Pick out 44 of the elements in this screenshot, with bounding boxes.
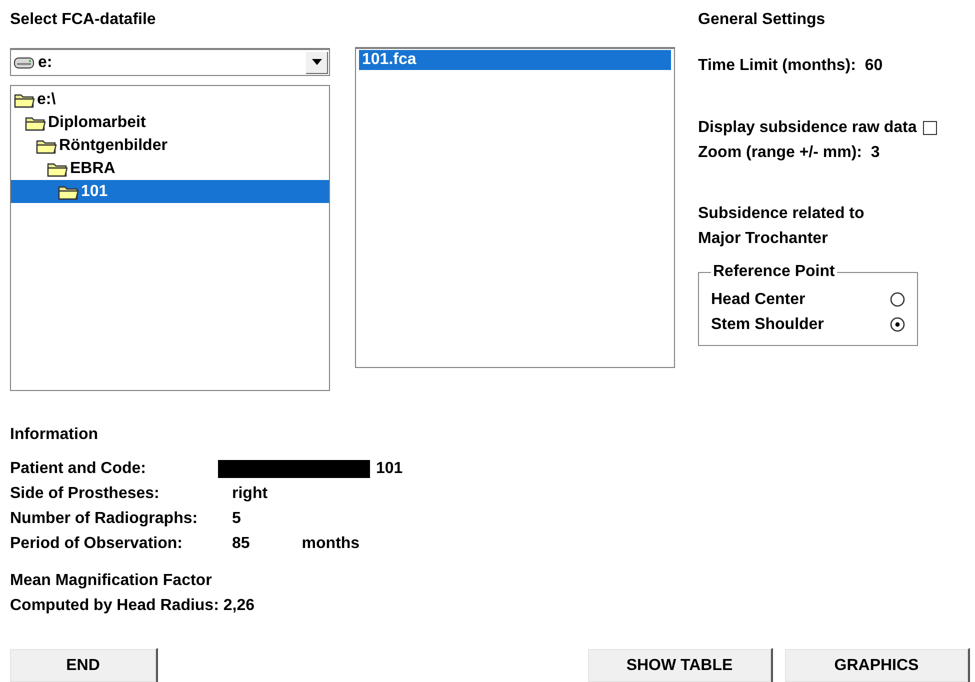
panel-title: Select FCA-datafile (10, 11, 156, 28)
folder-item[interactable]: EBRA (11, 157, 329, 180)
folder-item[interactable]: Röntgenbilder (11, 134, 329, 157)
folder-icon (36, 138, 58, 154)
folder-icon (47, 160, 69, 176)
magnification-label: Computed by Head Radius: (10, 597, 220, 614)
zoom-label: Zoom (range +/- mm): 3 (698, 143, 881, 163)
info-label: Period of Observation: (10, 534, 184, 554)
magnification-heading: Mean Magnification Factor (10, 571, 213, 591)
checkbox[interactable] (922, 120, 937, 134)
unit-label: months (302, 535, 360, 552)
subsidence-text: Subsidence related to (698, 204, 866, 224)
raw-data-label: Display subsidence raw data (698, 118, 917, 136)
option-label: Stem Shoulder (711, 316, 824, 334)
dropdown-button[interactable] (306, 52, 328, 74)
info-heading: Information (10, 426, 98, 443)
info-value: 101 (376, 460, 403, 477)
radio-button[interactable] (890, 292, 905, 307)
info-value: 85 (232, 535, 250, 552)
info-label: Number of Radiographs: (10, 509, 199, 529)
folder-icon (14, 92, 36, 108)
drive-icon (14, 56, 34, 68)
info-value: 5 (232, 510, 241, 527)
radio-button[interactable] (890, 317, 905, 332)
folder-item[interactable]: Diplomarbeit (11, 111, 329, 134)
folder-item[interactable]: 101 (11, 180, 329, 203)
folder-icon (25, 114, 47, 130)
settings-heading: General Settings (698, 11, 826, 29)
drive-select[interactable]: e: (10, 48, 330, 76)
info-label: Patient and Code: (10, 459, 148, 479)
caret-icon (312, 59, 322, 65)
action-button[interactable]: GRAPHICS (785, 648, 970, 682)
option-label: Head Center (711, 290, 806, 308)
action-button[interactable]: END (10, 648, 158, 682)
magnification-value: 2,26 (223, 597, 254, 614)
folder-item[interactable]: e:\ (11, 88, 329, 111)
file-item[interactable]: 101.fca (359, 50, 671, 70)
reference-point-group: Reference Point Head Center Stem Shoulder (698, 263, 918, 346)
action-button[interactable]: SHOW TABLE (588, 648, 773, 682)
folder-icon (58, 184, 80, 200)
info-label: Side of Prostheses: (10, 484, 160, 504)
info-value: right (232, 485, 268, 502)
time-limit-label: Time Limit (months): 60 (698, 56, 884, 76)
subsidence-text: Major Trochanter (698, 229, 829, 249)
